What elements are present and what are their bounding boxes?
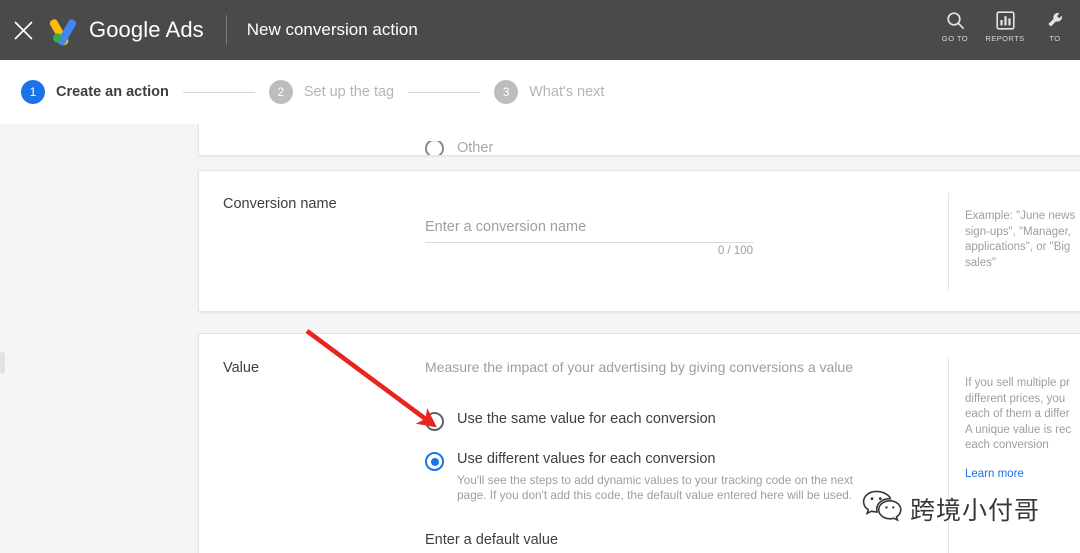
conversion-name-placeholder: Enter a conversion name bbox=[425, 219, 587, 235]
conversion-category-card: Other bbox=[198, 124, 1080, 156]
radio-different-values-circle bbox=[425, 452, 444, 471]
learn-more-link[interactable]: Learn more bbox=[965, 467, 1024, 483]
step-set-up-the-tag[interactable]: 2 Set up the tag bbox=[268, 80, 395, 104]
tools-wrench-icon bbox=[1046, 9, 1065, 31]
app-bar: Google Ads New conversion action GO TO R… bbox=[0, 0, 1080, 60]
close-button[interactable] bbox=[0, 0, 46, 60]
conversion-name-field-wrap: Enter a conversion name 0 / 100 bbox=[425, 219, 753, 257]
appbar-actions: GO TO REPORTS TO bbox=[930, 0, 1080, 60]
wechat-icon bbox=[862, 489, 902, 528]
help-line: sales" bbox=[965, 256, 996, 269]
step-2-label: Set up the tag bbox=[303, 84, 395, 100]
conversion-name-card: Conversion name Enter a conversion name … bbox=[198, 170, 1080, 312]
google-ads-logo-icon bbox=[46, 13, 80, 47]
help-line: A unique value is rec bbox=[965, 423, 1072, 436]
step-create-an-action[interactable]: 1 Create an action bbox=[21, 80, 169, 104]
step-3-number: 3 bbox=[494, 80, 519, 104]
screen-root: Google Ads New conversion action GO TO R… bbox=[0, 0, 1080, 553]
reports-button[interactable]: REPORTS bbox=[980, 9, 1030, 43]
conversion-name-char-count: 0 / 100 bbox=[717, 245, 753, 257]
radio-option-same-value[interactable]: Use the same value for each conversion bbox=[425, 411, 716, 431]
radio-same-value-label: Use the same value for each conversion bbox=[457, 411, 716, 427]
value-section-label: Value bbox=[223, 360, 260, 376]
radio-different-values-label: Use different values for each conversion bbox=[457, 451, 716, 467]
step-connector-1 bbox=[182, 91, 255, 93]
conversion-name-section-label: Conversion name bbox=[223, 196, 337, 212]
value-description: Measure the impact of your advertising b… bbox=[425, 359, 853, 375]
help-line: different prices, you bbox=[965, 392, 1066, 405]
search-icon bbox=[946, 9, 965, 31]
radio-different-values-row: Use different values for each conversion… bbox=[425, 451, 853, 503]
help-line: sign-ups", "Manager, bbox=[965, 225, 1071, 238]
help-line: If you sell multiple pr bbox=[965, 377, 1070, 389]
radio-option-other[interactable]: Other bbox=[425, 141, 493, 155]
conversion-name-help: Example: "June news sign-ups", "Manager,… bbox=[965, 209, 1080, 271]
step-connector-2 bbox=[408, 91, 481, 93]
help-line: each of them a differ bbox=[965, 408, 1070, 420]
category-card-inner: Other bbox=[199, 124, 1080, 155]
go-to-label: GO TO bbox=[941, 34, 969, 43]
close-icon bbox=[14, 21, 33, 40]
radio-different-values-sub-2: page. If you don't add this code, the de… bbox=[457, 488, 853, 502]
tools-label: TO bbox=[1049, 34, 1061, 43]
help-line: Example: "June news bbox=[965, 210, 1076, 222]
go-to-button[interactable]: GO TO bbox=[930, 9, 980, 43]
default-value-label: Enter a default value bbox=[425, 532, 559, 548]
radio-different-values-text-wrap: Use different values for each conversion… bbox=[457, 451, 853, 503]
scroll-indicator[interactable] bbox=[0, 352, 5, 374]
page-title: New conversion action bbox=[246, 20, 418, 39]
radio-option-different-values[interactable]: Use different values for each conversion… bbox=[425, 451, 853, 503]
value-help: If you sell multiple pr different prices… bbox=[965, 376, 1080, 482]
step-whats-next[interactable]: 3 What's next bbox=[494, 80, 604, 104]
help-line: applications", or "Big bbox=[965, 241, 1071, 253]
stepper: 1 Create an action 2 Set up the tag 3 Wh… bbox=[0, 60, 1080, 124]
value-description-wrap: Measure the impact of your advertising b… bbox=[425, 359, 853, 375]
conversion-name-inner: Conversion name Enter a conversion name … bbox=[199, 171, 1080, 311]
reports-bar-chart-icon bbox=[995, 9, 1015, 31]
watermark-text: 跨境小付哥 bbox=[910, 495, 1041, 525]
help-line: each conversion bbox=[965, 439, 1049, 451]
step-2-number: 2 bbox=[268, 80, 293, 104]
conversion-name-input[interactable]: Enter a conversion name 0 / 100 bbox=[425, 219, 753, 257]
conversion-name-help-divider bbox=[948, 193, 949, 291]
tools-button[interactable]: TO bbox=[1030, 9, 1080, 43]
wechat-watermark: 跨境小付哥 bbox=[862, 489, 1040, 528]
radio-same-value-row: Use the same value for each conversion bbox=[425, 411, 716, 431]
step-3-label: What's next bbox=[529, 84, 605, 100]
radio-different-values-sub-1: You'll see the steps to add dynamic valu… bbox=[457, 473, 853, 487]
step-1-label: Create an action bbox=[56, 84, 169, 100]
radio-other-circle bbox=[425, 141, 444, 155]
step-1-number: 1 bbox=[21, 80, 45, 104]
brand-title: Google Ads bbox=[89, 17, 204, 42]
appbar-divider bbox=[225, 15, 227, 45]
radio-other-label: Other bbox=[457, 141, 494, 155]
default-value-label-wrap: Enter a default value bbox=[425, 532, 558, 548]
radio-same-value-circle bbox=[425, 412, 444, 431]
reports-label: REPORTS bbox=[985, 34, 1025, 43]
